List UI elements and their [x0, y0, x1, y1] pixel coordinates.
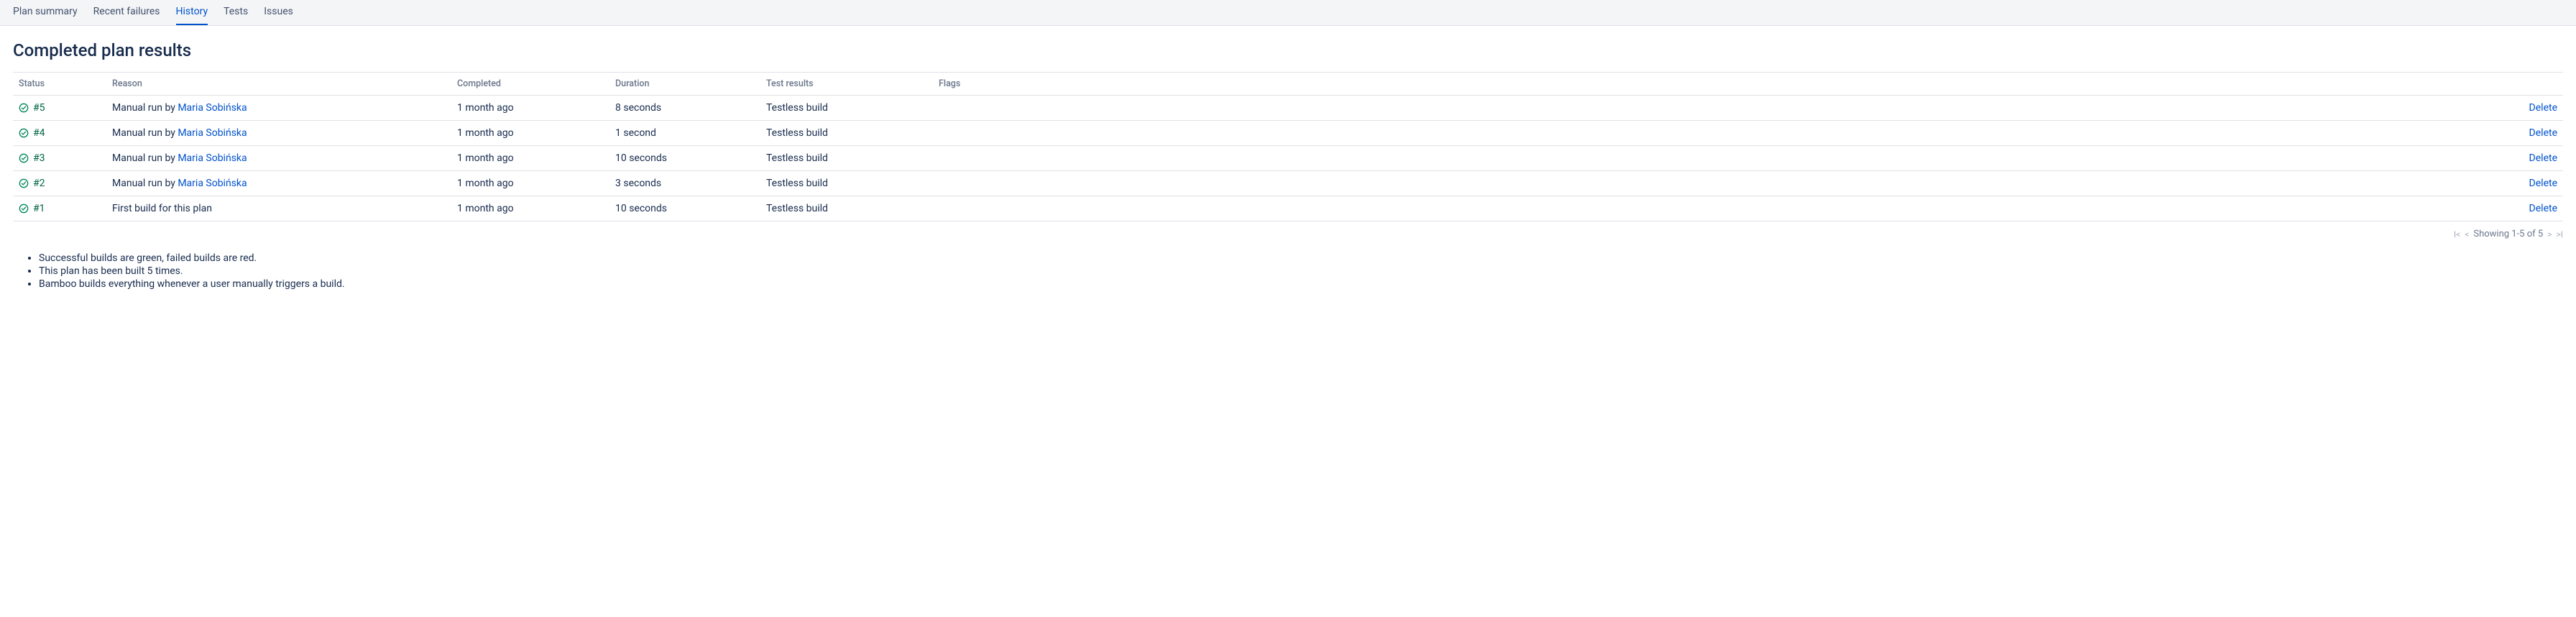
content: Completed plan results Status Reason Com… [0, 26, 2576, 306]
table-row: #2 Manual run by Maria Sobińska 1 month … [13, 171, 2563, 196]
flags-cell [933, 146, 2477, 171]
tab-tests[interactable]: Tests [224, 0, 248, 25]
delete-link[interactable]: Delete [2529, 178, 2557, 189]
table-row: #4 Manual run by Maria Sobińska 1 month … [13, 121, 2563, 146]
duration-cell: 3 seconds [610, 171, 760, 196]
duration-cell: 10 seconds [610, 196, 760, 221]
completed-cell: 1 month ago [451, 96, 610, 121]
delete-link[interactable]: Delete [2529, 127, 2557, 139]
flags-cell [933, 196, 2477, 221]
tests-cell: Testless build [760, 196, 933, 221]
notes-list: Successful builds are green, failed buil… [13, 252, 2563, 290]
page-next-icon[interactable]: > [2547, 229, 2552, 239]
reason-prefix: Manual run by [112, 127, 178, 139]
flags-cell [933, 96, 2477, 121]
col-actions [2477, 73, 2563, 96]
completed-cell: 1 month ago [451, 121, 610, 146]
table-row: #1 First build for this plan 1 month ago… [13, 196, 2563, 221]
tests-cell: Testless build [760, 96, 933, 121]
tests-cell: Testless build [760, 121, 933, 146]
reason-user-link[interactable]: Maria Sobińska [178, 127, 247, 139]
build-link[interactable]: #3 [33, 152, 45, 164]
duration-cell: 10 seconds [610, 146, 760, 171]
page-first-icon[interactable]: I< [2454, 229, 2460, 239]
reason-cell: Manual run by Maria Sobińska [106, 96, 451, 121]
page-prev-icon[interactable]: < [2465, 229, 2469, 239]
delete-link[interactable]: Delete [2529, 203, 2557, 214]
page-title: Completed plan results [13, 40, 2563, 60]
flags-cell [933, 121, 2477, 146]
col-duration: Duration [610, 73, 760, 96]
build-link[interactable]: #5 [33, 102, 45, 114]
reason-prefix: Manual run by [112, 178, 178, 189]
delete-link[interactable]: Delete [2529, 102, 2557, 114]
table-row: #5 Manual run by Maria Sobińska 1 month … [13, 96, 2563, 121]
tab-recent-failures[interactable]: Recent failures [93, 0, 160, 25]
build-link[interactable]: #2 [33, 178, 45, 189]
success-icon [19, 103, 29, 113]
tab-issues[interactable]: Issues [264, 0, 293, 25]
reason-prefix: First build for this plan [112, 203, 212, 214]
duration-cell: 8 seconds [610, 96, 760, 121]
reason-cell: Manual run by Maria Sobińska [106, 146, 451, 171]
reason-user-link[interactable]: Maria Sobińska [178, 178, 247, 189]
success-icon [19, 128, 29, 138]
reason-cell: Manual run by Maria Sobińska [106, 171, 451, 196]
success-icon [19, 153, 29, 163]
results-table: Status Reason Completed Duration Test re… [13, 72, 2563, 221]
completed-cell: 1 month ago [451, 171, 610, 196]
tab-plan-summary[interactable]: Plan summary [13, 0, 78, 25]
tests-cell: Testless build [760, 146, 933, 171]
tests-cell: Testless build [760, 171, 933, 196]
tabs-bar: Plan summary Recent failures History Tes… [0, 0, 2576, 26]
col-reason: Reason [106, 73, 451, 96]
build-link[interactable]: #4 [33, 127, 45, 139]
reason-cell: Manual run by Maria Sobińska [106, 121, 451, 146]
completed-cell: 1 month ago [451, 146, 610, 171]
delete-link[interactable]: Delete [2529, 152, 2557, 164]
pagination-text: Showing 1-5 of 5 [2473, 229, 2543, 239]
reason-prefix: Manual run by [112, 152, 178, 164]
col-completed: Completed [451, 73, 610, 96]
col-flags: Flags [933, 73, 2477, 96]
pagination: I< < Showing 1-5 of 5 > >I [13, 221, 2563, 247]
tab-history[interactable]: History [176, 0, 208, 25]
reason-user-link[interactable]: Maria Sobińska [178, 102, 247, 114]
build-link[interactable]: #1 [33, 203, 45, 214]
col-status: Status [13, 73, 106, 96]
reason-user-link[interactable]: Maria Sobińska [178, 152, 247, 164]
col-tests: Test results [760, 73, 933, 96]
table-header-row: Status Reason Completed Duration Test re… [13, 73, 2563, 96]
page-last-icon[interactable]: >I [2556, 229, 2563, 239]
table-row: #3 Manual run by Maria Sobińska 1 month … [13, 146, 2563, 171]
note-item: Successful builds are green, failed buil… [39, 252, 2563, 264]
note-item: Bamboo builds everything whenever a user… [39, 278, 2563, 290]
note-item: This plan has been built 5 times. [39, 265, 2563, 277]
reason-cell: First build for this plan [106, 196, 451, 221]
reason-prefix: Manual run by [112, 102, 178, 114]
success-icon [19, 178, 29, 188]
success-icon [19, 204, 29, 214]
completed-cell: 1 month ago [451, 196, 610, 221]
flags-cell [933, 171, 2477, 196]
duration-cell: 1 second [610, 121, 760, 146]
